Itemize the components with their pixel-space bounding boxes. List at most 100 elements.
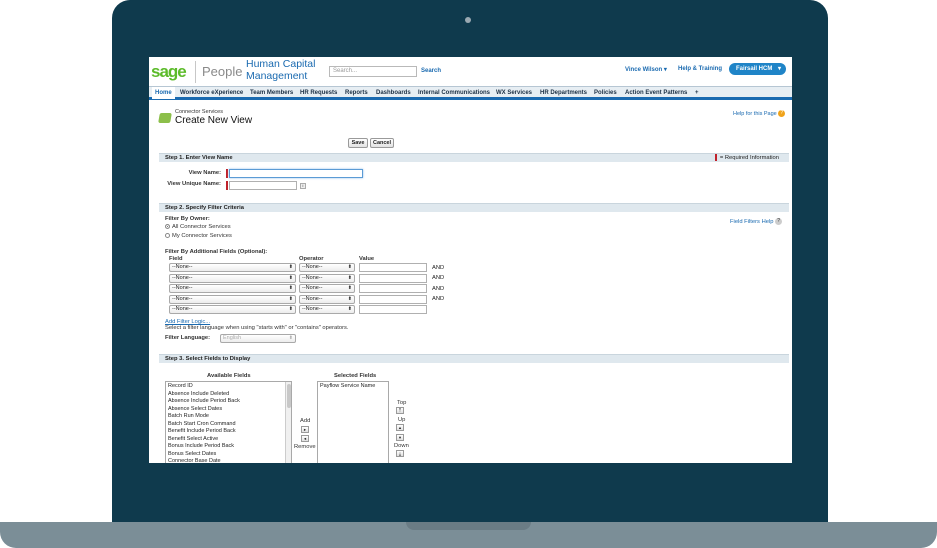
help-for-page-link[interactable]: Help for this Page ? — [733, 110, 786, 117]
selected-fields-list[interactable]: Payflow Service Name — [317, 381, 389, 463]
filter-field-select[interactable]: --None-- ⬍ — [169, 284, 296, 293]
field-filters-help-link[interactable]: Field Filters Help ? — [730, 218, 783, 225]
tab-policies[interactable]: Policies — [594, 87, 617, 99]
filter-field-select[interactable]: --None-- ⬍ — [169, 294, 296, 304]
select-arrows-icon: ⬍ — [288, 285, 293, 291]
select-arrows-icon: ⬍ — [347, 306, 352, 312]
select-arrows-icon: ⬍ — [288, 264, 293, 270]
tab-home[interactable]: Home — [152, 87, 175, 99]
list-item[interactable]: Connector Base Date — [168, 458, 289, 463]
tab-reports[interactable]: Reports — [345, 87, 368, 99]
filter-operator-select[interactable]: --None-- ⬍ — [299, 305, 355, 314]
move-bottom-button[interactable]: ⤓ — [396, 450, 404, 457]
filter-value-input[interactable] — [359, 273, 427, 283]
filter-field-select[interactable]: --None-- ⬍ — [169, 305, 296, 314]
list-item[interactable]: Bonus Include Period Back — [168, 443, 289, 451]
chevron-down-icon: ▾ — [777, 66, 781, 72]
radio-dot — [165, 224, 170, 229]
filter-field-value: --None-- — [172, 264, 193, 270]
save-button[interactable]: Save — [348, 138, 368, 148]
cancel-button[interactable]: Cancel — [370, 138, 394, 148]
step2-header: Step 2. Specify Filter Criteria — [159, 203, 789, 212]
filter-hint: Select a filter language when using "sta… — [165, 325, 349, 331]
filter-value-input[interactable] — [359, 263, 427, 272]
scrollbar-thumb[interactable] — [287, 384, 291, 408]
tab-hr-departments[interactable]: HR Departments — [540, 87, 587, 99]
filter-field-value: --None-- — [172, 274, 193, 281]
app-title: Human Capital Management — [246, 58, 315, 82]
list-item[interactable]: Record ID — [168, 383, 289, 391]
available-fields-list[interactable]: Record ID Absence Include Deleted Absence … — [165, 381, 292, 463]
tab-action-event-patterns[interactable]: Action Event Patterns — [625, 87, 687, 99]
radio-all-connector-services[interactable]: All Connector Services — [165, 224, 231, 230]
filter-language-select[interactable]: English ⬍ — [220, 334, 296, 343]
filter-operator-value: --None-- — [302, 306, 323, 312]
view-unique-name-input[interactable] — [229, 181, 297, 190]
filter-value-input[interactable] — [359, 294, 427, 304]
select-arrows-icon: ⬍ — [288, 274, 293, 281]
filter-operator-select[interactable]: --None-- ⬍ — [299, 294, 355, 304]
radio-dot — [165, 233, 170, 238]
camera-icon — [465, 17, 471, 23]
sage-logo[interactable]: sage — [151, 62, 187, 82]
list-item[interactable]: Benefit Include Period Back — [168, 428, 289, 436]
tab-team-members[interactable]: Team Members — [250, 87, 293, 99]
list-item[interactable]: Payflow Service Name — [320, 383, 386, 391]
filter-operator-value: --None-- — [302, 274, 323, 281]
search-button[interactable]: Search — [419, 66, 443, 77]
tab-workforce-experience[interactable]: Workforce eXperience — [180, 87, 243, 99]
available-fields-label: Available Fields — [207, 373, 251, 379]
select-arrows-icon: ⬍ — [288, 335, 293, 341]
filter-operator-select[interactable]: --None-- ⬍ — [299, 263, 355, 272]
app-header: sage People Human Capital Management Sea… — [149, 57, 792, 87]
app-title-line2: Management — [246, 70, 308, 82]
step3-header: Step 3. Select Fields to Display — [159, 354, 789, 363]
scrollbar[interactable] — [285, 382, 291, 463]
view-name-input[interactable] — [229, 169, 363, 178]
tab-hr-requests[interactable]: HR Requests — [300, 87, 337, 99]
list-item[interactable]: Batch Start Cron Command — [168, 421, 289, 429]
app-switcher-button[interactable]: Fairsail HCM ▾ — [729, 63, 786, 75]
tab-internal-communications[interactable]: Internal Communications — [418, 87, 490, 99]
tab-wx-services[interactable]: WX Services — [496, 87, 532, 99]
info-icon[interactable]: i — [300, 183, 306, 189]
tab-dashboards[interactable]: Dashboards — [376, 87, 411, 99]
value-column-header: Value — [359, 256, 375, 262]
list-item[interactable]: Benefit Select Active — [168, 436, 289, 444]
filter-by-owner-label: Filter By Owner: — [165, 216, 210, 222]
user-menu[interactable]: Vince Wilson ▾ — [625, 66, 667, 73]
list-item[interactable]: Batch Run Mode — [168, 413, 289, 421]
list-item[interactable]: Absence Include Deleted — [168, 391, 289, 399]
filter-language-label: Filter Language: — [165, 335, 211, 341]
list-item[interactable]: Absence Include Period Back — [168, 398, 289, 406]
move-top-button[interactable]: ⤒ — [396, 407, 404, 414]
filter-field-select[interactable]: --None-- ⬍ — [169, 263, 296, 272]
filter-operator-value: --None-- — [302, 295, 323, 302]
step1-header: Step 1. Enter View Name = Required Infor… — [159, 153, 789, 162]
filter-value-input[interactable] — [359, 305, 427, 314]
tab-add[interactable]: + — [695, 87, 699, 99]
search-input[interactable]: Search... — [329, 66, 417, 77]
remove-label: Remove — [294, 444, 316, 450]
filter-field-select[interactable]: --None-- ⬍ — [169, 273, 296, 283]
help-training-link[interactable]: Help & Training — [678, 66, 722, 72]
screen: sage People Human Capital Management Sea… — [149, 57, 792, 463]
tab-bar: Home Workforce eXperience Team Members H… — [149, 86, 792, 100]
move-down-button[interactable]: ▾ — [396, 434, 404, 441]
filter-operator-select[interactable]: --None-- ⬍ — [299, 284, 355, 293]
remove-arrow-button[interactable]: ◂ — [301, 435, 309, 442]
list-item[interactable]: Absence Select Dates — [168, 406, 289, 414]
down-label: Down — [394, 443, 409, 449]
available-fields-items: Record ID Absence Include Deleted Absence … — [168, 383, 289, 463]
select-arrows-icon: ⬍ — [347, 285, 352, 291]
add-arrow-button[interactable]: ▸ — [301, 426, 309, 433]
radio-label: My Connector Services — [172, 233, 232, 240]
list-item[interactable]: Bonus Select Dates — [168, 451, 289, 459]
connector-icon — [158, 113, 172, 123]
filter-operator-select[interactable]: --None-- ⬍ — [299, 273, 355, 283]
filter-value-input[interactable] — [359, 284, 427, 293]
help-icon: ? — [775, 218, 783, 225]
page-title: Create New View — [175, 115, 253, 126]
radio-my-connector-services[interactable]: My Connector Services — [165, 233, 232, 239]
move-up-button[interactable]: ▴ — [396, 424, 404, 431]
